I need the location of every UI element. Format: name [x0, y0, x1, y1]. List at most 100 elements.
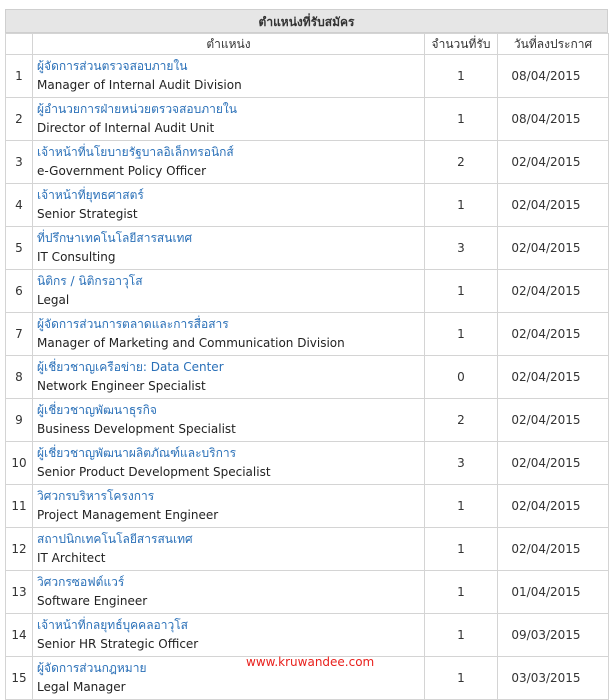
position-link[interactable]: ผู้อำนวยการฝ่ายหน่วยตรวจสอบภายใน: [37, 100, 424, 119]
openings-count: 1: [424, 527, 498, 571]
table-row: 1 ผู้จัดการส่วนตรวจสอบภายใน Manager of Int…: [5, 54, 609, 98]
position-link[interactable]: วิศวกรซอฟต์แวร์: [37, 573, 424, 592]
position-link[interactable]: เจ้าหน้าที่กลยุทธ์บุคคลอาวุโส: [37, 616, 424, 635]
openings-count: 1: [424, 312, 498, 356]
header-number: [5, 33, 33, 55]
table-row: 13 วิศวกรซอฟต์แวร์ Software Engineer 1 01/04…: [5, 570, 609, 614]
table-row: 12 สถาปนิกเทคโนโลยีสารสนเทศ IT Architect 1 0…: [5, 527, 609, 571]
position-english-name: Network Engineer Specialist: [37, 379, 206, 393]
position-cell: วิศวกรซอฟต์แวร์ Software Engineer: [32, 570, 425, 614]
row-number: 15: [5, 656, 33, 700]
watermark-text: www.kruwandee.com: [246, 655, 375, 669]
table-row: 14 เจ้าหน้าที่กลยุทธ์บุคคลอาวุโส Senior HR…: [5, 613, 609, 657]
table-header-row: ตำแหน่ง จำนวนที่รับ วันที่ลงประกาศ: [5, 33, 609, 55]
row-number: 3: [5, 140, 33, 184]
position-cell: ผู้เชี่ยวชาญพัฒนาผลิตภัณฑ์และบริการ Senio…: [32, 441, 425, 485]
posted-date: 02/04/2015: [497, 269, 609, 313]
table-row: 11 วิศวกรบริหารโครงการ Project Management …: [5, 484, 609, 528]
table-row: 3 เจ้าหน้าที่นโยบายรัฐบาลอิเล็กทรอนิกส์ e-…: [5, 140, 609, 184]
table-row: 7 ผู้จัดการส่วนการตลาดและการสื่อสาร Manage…: [5, 312, 609, 356]
position-english-name: Manager of Internal Audit Division: [37, 78, 242, 92]
row-number: 8: [5, 355, 33, 399]
posted-date: 02/04/2015: [497, 527, 609, 571]
position-english-name: Legal: [37, 293, 70, 307]
position-english-name: Senior Strategist: [37, 207, 138, 221]
posted-date: 09/03/2015: [497, 613, 609, 657]
row-number: 14: [5, 613, 33, 657]
posted-date: 03/03/2015: [497, 656, 609, 700]
openings-count: 1: [424, 484, 498, 528]
position-link[interactable]: นิติกร / นิติกรอาวุโส: [37, 272, 424, 291]
position-english-name: IT Architect: [37, 551, 106, 565]
position-cell: เจ้าหน้าที่กลยุทธ์บุคคลอาวุโส Senior HR S…: [32, 613, 425, 657]
table-row: 6 นิติกร / นิติกรอาวุโส Legal 1 02/04/2015: [5, 269, 609, 313]
openings-count: 1: [424, 613, 498, 657]
posted-date: 08/04/2015: [497, 97, 609, 141]
position-link[interactable]: เจ้าหน้าที่นโยบายรัฐบาลอิเล็กทรอนิกส์: [37, 143, 424, 162]
position-cell: ผู้จัดการส่วนตรวจสอบภายใน Manager of Inte…: [32, 54, 425, 98]
openings-count: 2: [424, 398, 498, 442]
position-link[interactable]: สถาปนิกเทคโนโลยีสารสนเทศ: [37, 530, 424, 549]
posted-date: 01/04/2015: [497, 570, 609, 614]
position-link[interactable]: ผู้เชี่ยวชาญพัฒนาผลิตภัณฑ์และบริการ: [37, 444, 424, 463]
table-row: 8 ผู้เชี่ยวชาญเครือข่าย: Data Center Netwo…: [5, 355, 609, 399]
openings-count: 1: [424, 183, 498, 227]
posted-date: 02/04/2015: [497, 183, 609, 227]
openings-count: 3: [424, 226, 498, 270]
posted-date: 02/04/2015: [497, 226, 609, 270]
position-cell: ผู้เชี่ยวชาญพัฒนาธุรกิจ Business Developm…: [32, 398, 425, 442]
openings-count: 2: [424, 140, 498, 184]
openings-count: 1: [424, 54, 498, 98]
table-title: ตำแหน่งที่รับสมัคร: [5, 9, 608, 33]
position-english-name: Manager of Marketing and Communication D…: [37, 336, 345, 350]
position-link[interactable]: ผู้จัดการส่วนการตลาดและการสื่อสาร: [37, 315, 424, 334]
posted-date: 02/04/2015: [497, 355, 609, 399]
row-number: 10: [5, 441, 33, 485]
openings-count: 0: [424, 355, 498, 399]
row-number: 2: [5, 97, 33, 141]
position-cell: เจ้าหน้าที่นโยบายรัฐบาลอิเล็กทรอนิกส์ e-G…: [32, 140, 425, 184]
position-link[interactable]: เจ้าหน้าที่ยุทธศาสตร์: [37, 186, 424, 205]
table-row: 2 ผู้อำนวยการฝ่ายหน่วยตรวจสอบภายใน Directo…: [5, 97, 609, 141]
position-english-name: Business Development Specialist: [37, 422, 236, 436]
position-link[interactable]: ที่ปรึกษาเทคโนโลยีสารสนเทศ: [37, 229, 424, 248]
openings-count: 1: [424, 97, 498, 141]
header-position: ตำแหน่ง: [32, 33, 425, 55]
header-date: วันที่ลงประกาศ: [497, 33, 609, 55]
position-link[interactable]: วิศวกรบริหารโครงการ: [37, 487, 424, 506]
openings-count: 1: [424, 570, 498, 614]
position-english-name: Legal Manager: [37, 680, 126, 694]
row-number: 12: [5, 527, 33, 571]
row-number: 4: [5, 183, 33, 227]
position-link[interactable]: ผู้จัดการส่วนตรวจสอบภายใน: [37, 57, 424, 76]
row-number: 6: [5, 269, 33, 313]
openings-count: 1: [424, 269, 498, 313]
position-english-name: Senior HR Strategic Officer: [37, 637, 199, 651]
position-link[interactable]: ผู้เชี่ยวชาญเครือข่าย: Data Center: [37, 358, 424, 377]
table-row: 5 ที่ปรึกษาเทคโนโลยีสารสนเทศ IT Consulting…: [5, 226, 609, 270]
position-cell: นิติกร / นิติกรอาวุโส Legal: [32, 269, 425, 313]
position-english-name: Project Management Engineer: [37, 508, 219, 522]
position-english-name: Director of Internal Audit Unit: [37, 121, 215, 135]
posted-date: 02/04/2015: [497, 484, 609, 528]
position-cell: วิศวกรบริหารโครงการ Project Management En…: [32, 484, 425, 528]
position-english-name: Software Engineer: [37, 594, 148, 608]
row-number: 1: [5, 54, 33, 98]
position-cell: ผู้จัดการส่วนการตลาดและการสื่อสาร Manager…: [32, 312, 425, 356]
posted-date: 02/04/2015: [497, 441, 609, 485]
openings-count: 3: [424, 441, 498, 485]
position-cell: ผู้เชี่ยวชาญเครือข่าย: Data Center Networ…: [32, 355, 425, 399]
table-row: 10 ผู้เชี่ยวชาญพัฒนาผลิตภัณฑ์และบริการ Sen…: [5, 441, 609, 485]
table-row: 9 ผู้เชี่ยวชาญพัฒนาธุรกิจ Business Develop…: [5, 398, 609, 442]
row-number: 9: [5, 398, 33, 442]
row-number: 7: [5, 312, 33, 356]
position-cell: เจ้าหน้าที่ยุทธศาสตร์ Senior Strategist: [32, 183, 425, 227]
posted-date: 02/04/2015: [497, 140, 609, 184]
row-number: 13: [5, 570, 33, 614]
posted-date: 02/04/2015: [497, 312, 609, 356]
positions-table: ตำแหน่ง จำนวนที่รับ วันที่ลงประกาศ 1 ผู้จ…: [5, 33, 609, 700]
header-count: จำนวนที่รับ: [424, 33, 498, 55]
posted-date: 08/04/2015: [497, 54, 609, 98]
position-english-name: e-Government Policy Officer: [37, 164, 207, 178]
position-link[interactable]: ผู้เชี่ยวชาญพัฒนาธุรกิจ: [37, 401, 424, 420]
